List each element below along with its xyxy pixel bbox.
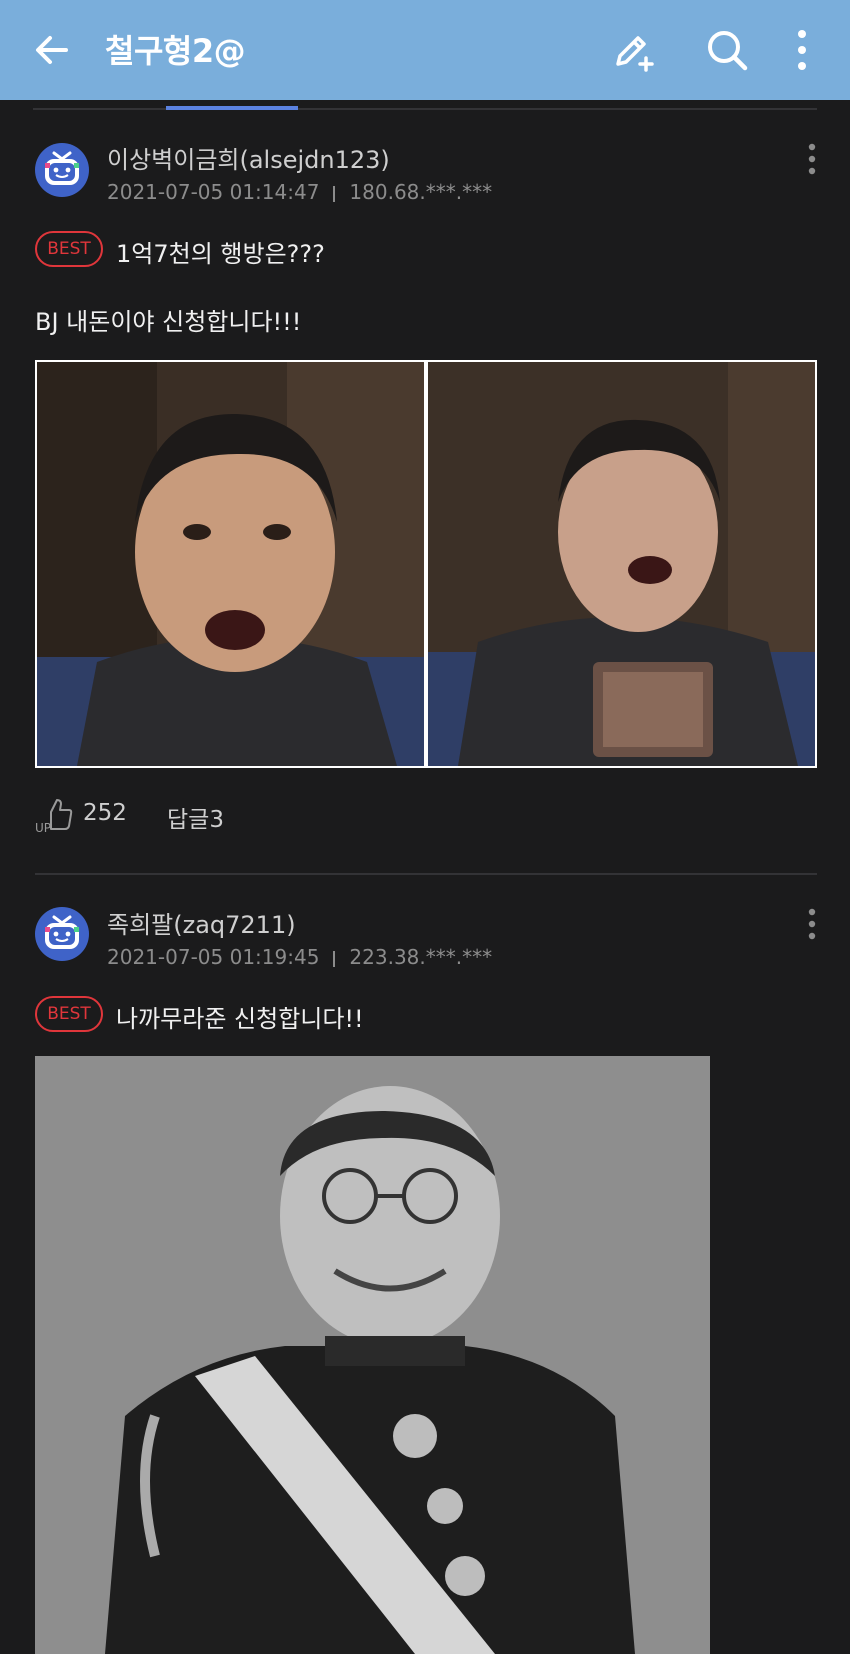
comment-image-left[interactable] — [37, 362, 424, 766]
page-title: 철구형2@ — [105, 32, 246, 70]
comment-more-icon[interactable] — [800, 906, 824, 942]
comment-ip: 180.68.***.*** — [349, 180, 493, 204]
comment-author[interactable]: 족희팔(zaq7211) — [107, 905, 296, 940]
app-bar: 철구형2@ — [0, 0, 850, 100]
comment-image[interactable] — [35, 1056, 710, 1654]
comment-meta: 2021-07-05 01:14:47 180.68.***.*** — [107, 180, 492, 204]
reply-button[interactable]: 답글3 — [167, 800, 224, 834]
avatar[interactable] — [35, 907, 89, 961]
comment-title: 나까무라준 신청합니다!! — [116, 1005, 364, 1033]
comment-meta: 2021-07-05 01:19:45 223.38.***.*** — [107, 945, 492, 969]
comment-ip: 223.38.***.*** — [349, 945, 493, 969]
best-badge: BEST — [35, 231, 103, 267]
meta-separator — [333, 185, 336, 202]
comment-image-right[interactable] — [428, 362, 815, 766]
tab-divider — [33, 108, 817, 110]
comment-author[interactable]: 이상벽이금희(alsejdn123) — [107, 140, 390, 175]
comment-body: BJ 내돈이야 신청합니다!!! — [35, 308, 302, 336]
comment-title: 1억7천의 행방은??? — [116, 240, 325, 268]
more-vertical-icon[interactable] — [786, 26, 834, 74]
up-count: 252 — [83, 800, 127, 826]
comment-date: 2021-07-05 01:19:45 — [107, 945, 320, 969]
search-icon[interactable] — [703, 26, 751, 74]
comment-date: 2021-07-05 01:14:47 — [107, 180, 320, 204]
best-badge: BEST — [35, 996, 103, 1032]
meta-separator — [333, 950, 336, 967]
tab-indicator — [166, 106, 298, 110]
arrow-left-icon[interactable] — [30, 28, 74, 72]
thumbs-up-icon[interactable]: UP — [35, 794, 75, 834]
comment-image-collage[interactable] — [35, 360, 817, 768]
comment-more-icon[interactable] — [800, 141, 824, 177]
pencil-plus-icon[interactable] — [608, 26, 656, 74]
comment-actions: UP 252 답글3 — [35, 794, 435, 834]
up-label: UP — [35, 821, 51, 834]
comment-divider — [35, 873, 817, 875]
avatar[interactable] — [35, 143, 89, 197]
